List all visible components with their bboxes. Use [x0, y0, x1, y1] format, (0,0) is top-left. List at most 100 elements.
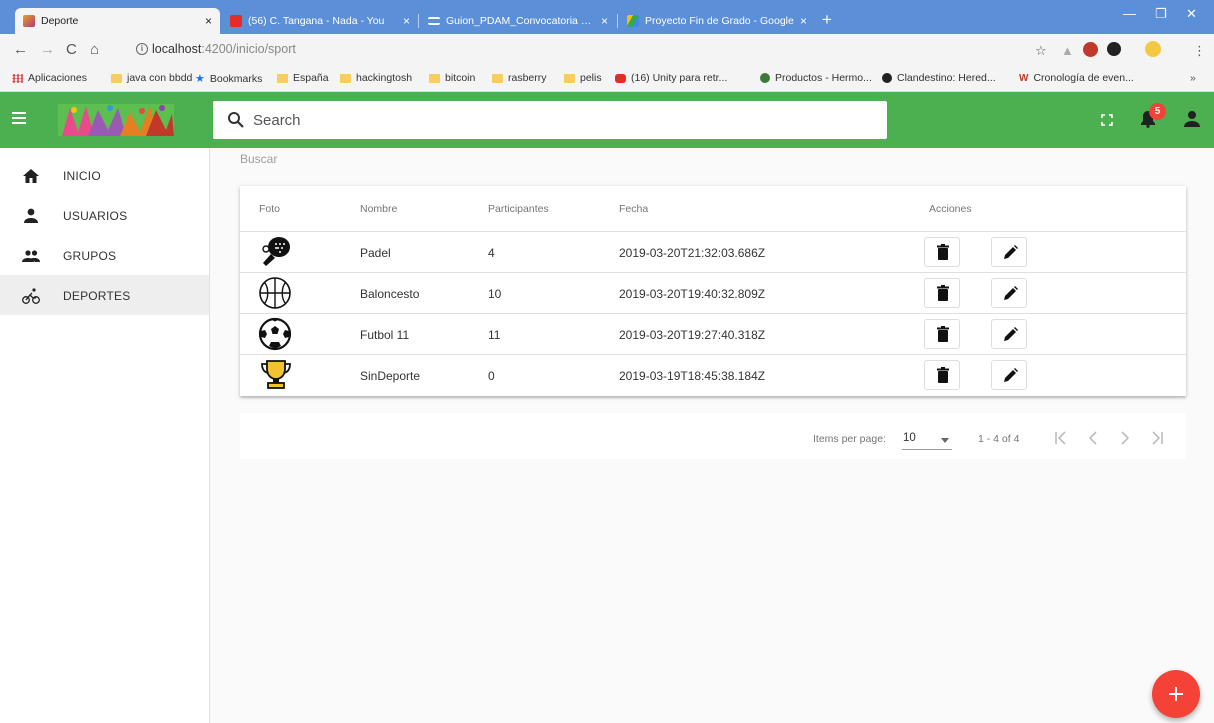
- tab-youtube[interactable]: (56) C. Tangana - Nada - You ×: [222, 8, 418, 34]
- bookmark-unity[interactable]: (16) Unity para retr...: [615, 72, 727, 84]
- bookmark-cronologia[interactable]: W Cronología de even...: [1019, 72, 1134, 84]
- drive-icon: [627, 15, 639, 27]
- bookmark-espana[interactable]: España: [277, 72, 329, 84]
- bookmark-aplicaciones[interactable]: Aplicaciones: [12, 72, 87, 84]
- folder-icon: [492, 73, 503, 83]
- person-icon: [24, 208, 38, 223]
- account-icon[interactable]: [1184, 110, 1200, 128]
- table-row: Baloncesto 10 2019-03-20T19:40:32.809Z: [240, 272, 1186, 313]
- sport-date: 2019-03-20T19:40:32.809Z: [619, 287, 766, 301]
- bookmark-bookmarks[interactable]: ★ Bookmarks: [195, 72, 262, 86]
- url-field[interactable]: localhost:4200/inicio/sport: [152, 42, 296, 56]
- bookmark-java-con-bbdd[interactable]: java con bbdd: [111, 72, 192, 84]
- more-bookmarks-icon[interactable]: »: [1190, 72, 1196, 84]
- table-row: SinDeporte 0 2019-03-19T18:45:38.184Z: [240, 354, 1186, 395]
- bookmark-star-icon[interactable]: ☆: [1035, 43, 1047, 59]
- column-header-participantes: Participantes: [488, 203, 549, 215]
- bookmark-clandestino[interactable]: Clandestino: Hered...: [882, 72, 996, 84]
- delete-button[interactable]: [924, 278, 960, 308]
- new-tab-icon[interactable]: +: [822, 10, 832, 30]
- docs-icon: [428, 17, 440, 25]
- sport-participants: 0: [488, 369, 495, 383]
- sidebar: INICIO USUARIOS GRUPOS DEPORTES: [0, 148, 210, 723]
- extension-icon[interactable]: [1107, 42, 1121, 56]
- search-icon: [228, 112, 244, 128]
- adblock-icon[interactable]: [1083, 42, 1098, 57]
- home-icon: [23, 169, 39, 183]
- sidebar-item-usuarios[interactable]: USUARIOS: [0, 195, 209, 235]
- add-sport-button[interactable]: [1152, 670, 1200, 718]
- close-tab-icon[interactable]: ×: [205, 14, 212, 28]
- sports-logo: [58, 104, 174, 136]
- filter-label[interactable]: Buscar: [240, 152, 277, 166]
- edit-button[interactable]: [991, 237, 1027, 267]
- restore-icon[interactable]: ❐: [1155, 6, 1167, 22]
- last-page-icon[interactable]: [1148, 429, 1166, 447]
- sport-name: SinDeporte: [360, 369, 421, 383]
- bookmark-productos[interactable]: Productos - Hermo...: [760, 72, 872, 84]
- sport-name: Baloncesto: [360, 287, 420, 301]
- sidebar-item-inicio[interactable]: INICIO: [0, 155, 209, 195]
- paginator: Items per page: 10 1 - 4 of 4: [240, 413, 1186, 459]
- next-page-icon[interactable]: [1116, 429, 1134, 447]
- browser-menu-icon[interactable]: ⋮: [1193, 43, 1206, 59]
- home-browser-icon[interactable]: ⌂: [90, 41, 99, 58]
- trash-icon: [937, 326, 949, 342]
- first-page-icon[interactable]: [1052, 429, 1070, 447]
- fullscreen-icon[interactable]: [1101, 114, 1113, 126]
- sport-participants: 4: [488, 246, 495, 260]
- folder-icon: [564, 73, 575, 83]
- bookmark-pelis[interactable]: pelis: [564, 72, 602, 84]
- edit-button[interactable]: [991, 360, 1027, 390]
- bookmark-rasberry[interactable]: rasberry: [492, 72, 547, 84]
- tab-divider: [617, 14, 618, 28]
- folder-icon: [111, 73, 122, 83]
- tab-docs[interactable]: Guion_PDAM_Convocatoria Junio ×: [420, 8, 616, 34]
- close-window-icon[interactable]: ✕: [1186, 6, 1197, 22]
- sidebar-item-grupos[interactable]: GRUPOS: [0, 235, 209, 275]
- bookmark-hackingtosh[interactable]: hackingtosh: [340, 72, 412, 84]
- star-icon: ★: [195, 73, 205, 85]
- trash-icon: [937, 285, 949, 301]
- bookmark-bitcoin[interactable]: bitcoin: [429, 72, 475, 84]
- sport-participants: 11: [488, 328, 501, 342]
- tab-deporte[interactable]: Deporte ×: [15, 8, 220, 34]
- edit-button[interactable]: [991, 319, 1027, 349]
- pencil-icon: [1004, 245, 1018, 259]
- edit-button[interactable]: [991, 278, 1027, 308]
- delete-button[interactable]: [924, 360, 960, 390]
- delete-button[interactable]: [924, 237, 960, 267]
- reload-icon[interactable]: C: [66, 41, 77, 58]
- tab-divider: [418, 14, 419, 28]
- bookmarks-bar: Aplicaciones java con bbdd ★ Bookmarks Es…: [0, 66, 1214, 92]
- notifications-badge: 5: [1149, 103, 1166, 120]
- previous-page-icon[interactable]: [1084, 429, 1102, 447]
- column-header-fecha: Fecha: [619, 203, 649, 215]
- youtube-icon: [615, 73, 626, 83]
- page-size-select[interactable]: 10: [902, 430, 952, 450]
- sidebar-item-deportes[interactable]: DEPORTES: [0, 275, 209, 315]
- browser-tab-bar: Deporte × (56) C. Tangana - Nada - You ×…: [0, 0, 1214, 34]
- search-box[interactable]: [213, 101, 887, 139]
- menu-icon[interactable]: [12, 112, 26, 124]
- search-input[interactable]: [253, 109, 873, 131]
- close-tab-icon[interactable]: ×: [403, 14, 410, 28]
- basketball-icon: [259, 277, 291, 309]
- column-header-acciones: Acciones: [929, 203, 972, 215]
- sport-name: Futbol 11: [360, 328, 410, 342]
- profile-avatar-icon[interactable]: [1145, 41, 1161, 57]
- items-per-page-label: Items per page:: [813, 433, 886, 445]
- tab-drive[interactable]: Proyecto Fin de Grado - Google ×: [619, 8, 815, 34]
- close-tab-icon[interactable]: ×: [601, 14, 608, 28]
- drive-extension-icon[interactable]: ▲: [1061, 43, 1074, 58]
- soccer-ball-icon: [258, 317, 292, 351]
- back-icon[interactable]: ←: [13, 41, 28, 58]
- delete-button[interactable]: [924, 319, 960, 349]
- column-header-nombre: Nombre: [360, 203, 398, 215]
- site-info-icon[interactable]: i: [136, 43, 148, 55]
- minimize-icon[interactable]: —: [1123, 6, 1136, 21]
- close-tab-icon[interactable]: ×: [800, 14, 807, 28]
- forward-icon[interactable]: →: [40, 41, 55, 58]
- pencil-icon: [1004, 327, 1018, 341]
- folder-icon: [429, 73, 440, 83]
